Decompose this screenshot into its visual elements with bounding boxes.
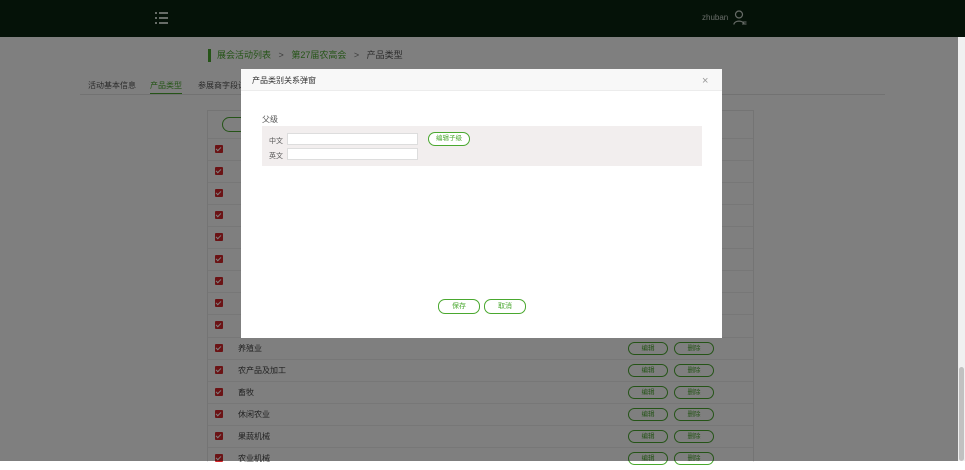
parent-level-label: 父级 — [262, 115, 278, 124]
edit-children-button[interactable]: 编辑子级 — [428, 132, 470, 146]
parent-level-group — [262, 126, 702, 166]
chinese-name-input[interactable] — [287, 133, 418, 145]
english-name-input[interactable] — [287, 148, 418, 160]
cancel-button[interactable]: 取消 — [484, 299, 526, 314]
save-button[interactable]: 保存 — [438, 299, 480, 314]
scrollbar-thumb[interactable] — [959, 367, 964, 461]
product-relation-dialog: 产品类别关系弹窗 × 父级 中文 英文 编辑子级 保存 取消 — [241, 69, 722, 338]
dialog-title: 产品类别关系弹窗 — [252, 76, 316, 85]
page-scrollbar[interactable] — [958, 37, 965, 461]
chinese-label: 中文 — [269, 138, 283, 145]
english-label: 英文 — [269, 153, 283, 160]
dialog-header: 产品类别关系弹窗 × — [241, 69, 722, 91]
close-icon[interactable]: × — [702, 76, 708, 87]
